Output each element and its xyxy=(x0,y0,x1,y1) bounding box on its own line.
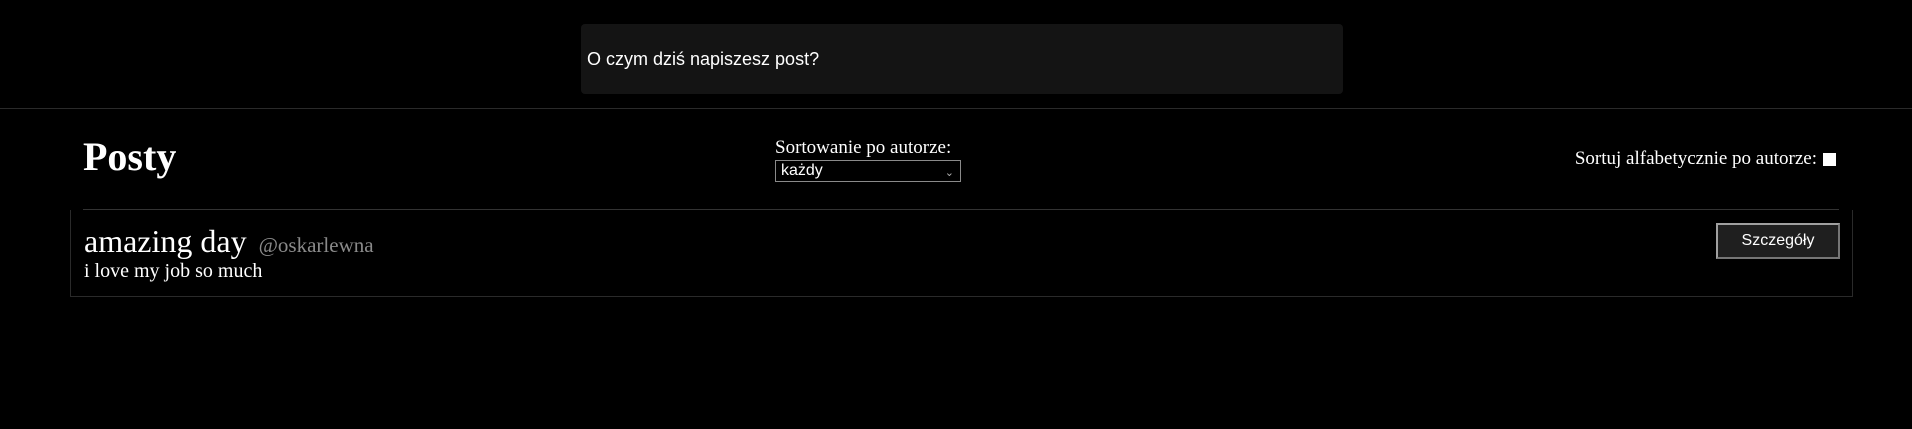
sort-alpha-checkbox[interactable] xyxy=(1823,152,1836,166)
new-post-input[interactable]: O czym dziś napiszesz post? xyxy=(581,24,1343,94)
sort-by-author: Sortowanie po autorze: każdy ⌄ xyxy=(775,137,961,182)
post-title: amazing day xyxy=(84,223,247,259)
author-select-value: każdy xyxy=(781,161,823,179)
post-title-line: amazing day @oskarlewna xyxy=(84,223,374,260)
sort-alpha-label: Sortuj alfabetycznie po autorze: xyxy=(1574,148,1817,169)
author-select[interactable]: każdy ⌄ xyxy=(775,159,961,182)
details-button[interactable]: Szczegóły xyxy=(1716,223,1840,259)
chevron-down-icon: ⌄ xyxy=(944,166,954,179)
post-author: @oskarlewna xyxy=(258,233,374,257)
post-card: amazing day @oskarlewna i love my job so… xyxy=(70,210,1853,297)
sort-author-label: Sortowanie po autorze: xyxy=(775,137,952,158)
post-body: i love my job so much xyxy=(84,260,263,282)
composer-bar: O czym dziś napiszesz post? xyxy=(0,0,1912,109)
new-post-placeholder: O czym dziś napiszesz post? xyxy=(587,48,820,69)
page-title: Posty xyxy=(83,134,177,179)
sort-alphabetical: Sortuj alfabetycznie po autorze: xyxy=(1575,148,1836,170)
posts-header: Posty Sortowanie po autorze: każdy ⌄ Sor… xyxy=(0,109,1912,209)
